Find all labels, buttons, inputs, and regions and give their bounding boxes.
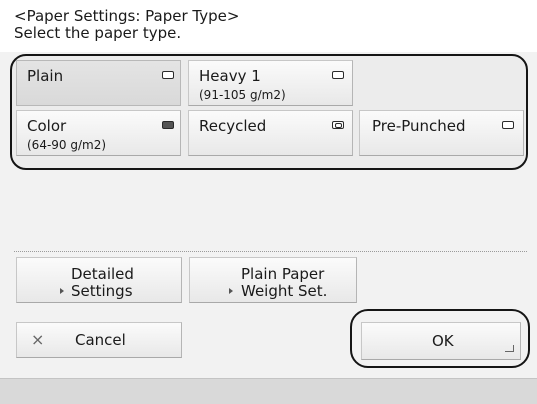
page-title: <Paper Settings: Paper Type>: [14, 7, 240, 25]
arrow-right-icon: [60, 288, 64, 294]
paper-type-label: Recycled: [199, 117, 267, 135]
paper-settings-screen: <Paper Settings: Paper Type> Select the …: [0, 0, 537, 404]
divider: [14, 251, 527, 252]
paper-icon: [162, 71, 174, 79]
detailed-settings-label-line2: Settings: [71, 282, 133, 300]
plain-paper-weight-label-line2: Weight Set.: [241, 282, 328, 300]
ok-button-highlight: [350, 309, 530, 368]
paper-type-label: Pre-Punched: [372, 117, 466, 135]
paper-weight-range: (64-90 g/m2): [27, 138, 107, 152]
paper-type-label: Plain: [27, 67, 64, 85]
plain-paper-weight-set-button[interactable]: Plain Paper Weight Set.: [189, 257, 357, 303]
instruction-text: Select the paper type.: [14, 24, 182, 42]
arrow-right-icon: [229, 288, 233, 294]
color-paper-icon: [162, 121, 174, 129]
close-icon: ×: [31, 330, 45, 349]
paper-type-pre-punched-button[interactable]: Pre-Punched: [359, 110, 524, 156]
recycled-paper-icon: [332, 121, 344, 129]
paper-weight-range: (91-105 g/m2): [199, 88, 286, 102]
paper-type-heavy-1-button[interactable]: Heavy 1 (91-105 g/m2): [188, 60, 353, 106]
paper-type-label: Heavy 1: [199, 67, 261, 85]
detailed-settings-label-line1: Detailed: [71, 265, 134, 283]
paper-icon: [332, 71, 344, 79]
status-bar: [0, 378, 537, 404]
punched-paper-icon: [502, 121, 514, 129]
paper-type-label: Color: [27, 117, 67, 135]
paper-type-color-button[interactable]: Color (64-90 g/m2): [16, 110, 181, 156]
cancel-label: Cancel: [75, 331, 126, 349]
plain-paper-weight-label-line1: Plain Paper: [241, 265, 325, 283]
cancel-button[interactable]: × Cancel: [16, 322, 182, 358]
header: <Paper Settings: Paper Type> Select the …: [0, 0, 537, 52]
paper-type-plain-button[interactable]: Plain: [16, 60, 181, 106]
paper-type-recycled-button[interactable]: Recycled: [188, 110, 353, 156]
detailed-settings-button[interactable]: Detailed Settings: [16, 257, 182, 303]
